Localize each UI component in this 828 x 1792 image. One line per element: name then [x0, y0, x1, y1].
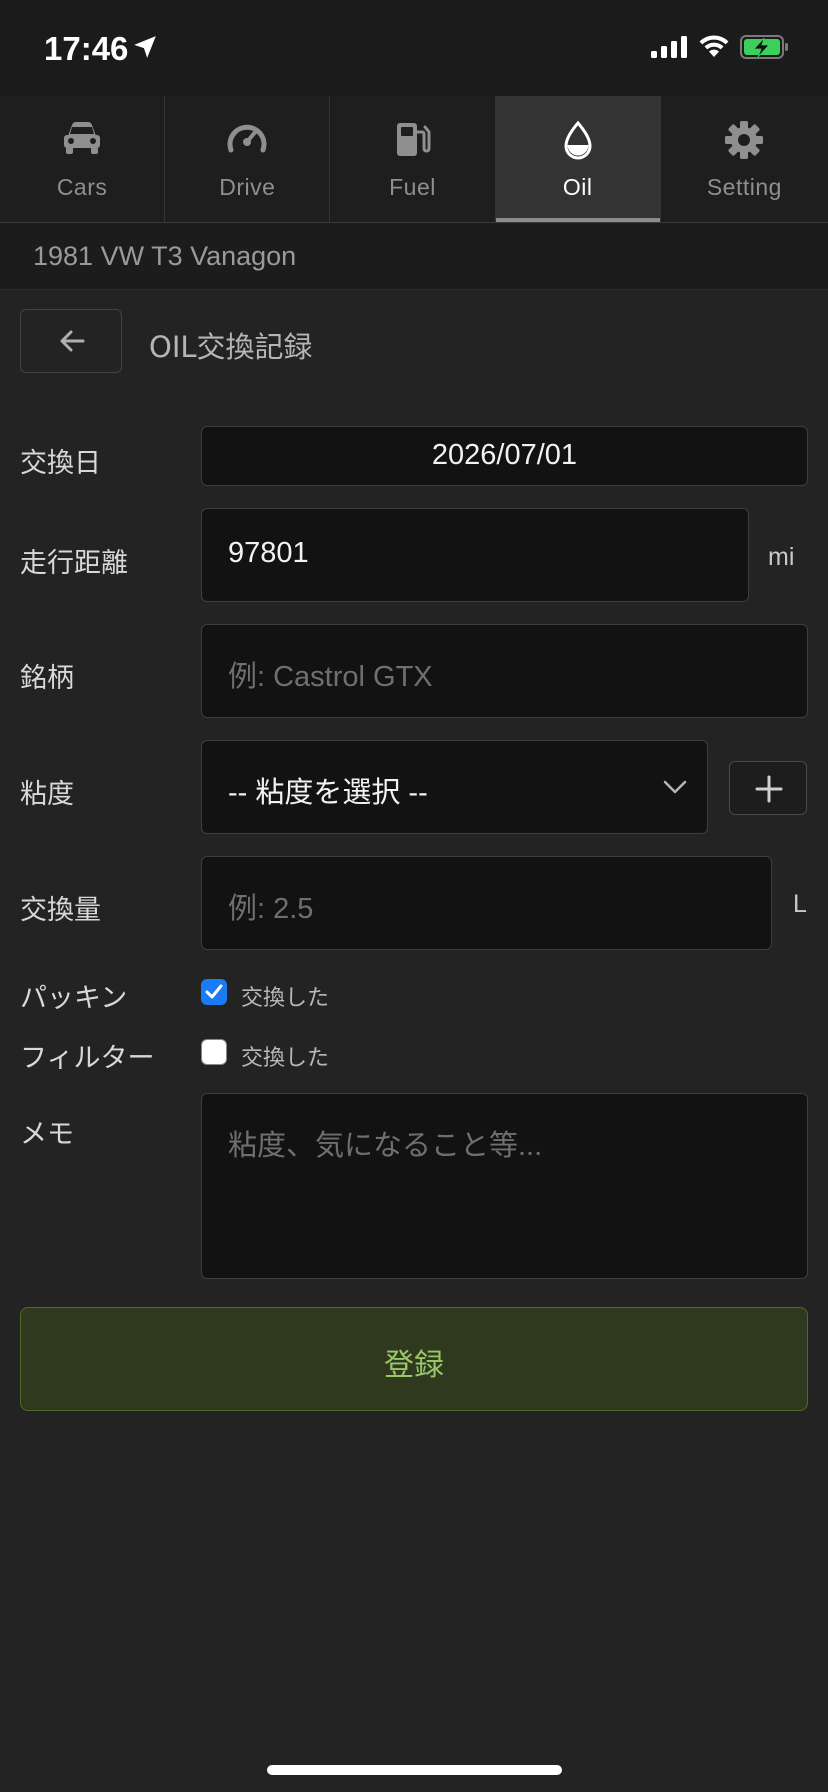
filter-checkbox[interactable] [201, 1039, 227, 1065]
plus-icon [755, 775, 783, 803]
amount-placeholder: 例: 2.5 [228, 893, 314, 925]
status-time: 17:46 [44, 30, 129, 67]
mileage-value: 97801 [228, 537, 309, 569]
selected-car-bar: 1981 VW T3 Vanagon [0, 223, 828, 290]
brand-placeholder: 例: Castrol GTX [228, 661, 433, 693]
memo-placeholder: 粘度、気になること等... [228, 1130, 543, 1162]
tab-label: Cars [56, 174, 108, 200]
amount-label: 交換量 [20, 895, 101, 926]
brand-input[interactable]: 例: Castrol GTX [201, 624, 808, 718]
back-button[interactable] [20, 309, 122, 373]
car-icon [62, 120, 102, 160]
cellular-signal-icon [651, 36, 687, 62]
gasket-checkbox[interactable] [201, 979, 227, 1005]
date-value: 2026/07/01 [431, 439, 578, 471]
oil-drop-icon [561, 120, 595, 164]
active-tab-indicator [495, 218, 660, 222]
date-field[interactable]: 2026/07/01 [201, 426, 808, 486]
amount-unit: L [793, 890, 807, 918]
filter-label: フィルター [20, 1043, 155, 1074]
home-indicator[interactable] [267, 1765, 562, 1775]
checkmark-icon [205, 984, 223, 999]
brand-label: 銘柄 [20, 663, 74, 694]
gear-icon [724, 120, 764, 164]
tab-label: Setting [706, 174, 782, 200]
tab-drive[interactable]: Drive [165, 96, 331, 222]
viscosity-label: 粘度 [20, 779, 74, 810]
viscosity-select[interactable]: -- 粘度を選択 -- [201, 740, 708, 834]
car-name: 1981 VW T3 Vanagon [33, 241, 297, 271]
arrow-left-icon [60, 330, 85, 352]
tab-cars[interactable]: Cars [0, 96, 166, 222]
mileage-label: 走行距離 [20, 548, 128, 579]
location-arrow-icon [132, 34, 158, 64]
tab-oil[interactable]: Oil [495, 96, 661, 222]
page-title: OIL交換記録 [149, 330, 313, 364]
fuel-pump-icon [393, 120, 433, 164]
battery-charging-icon [740, 35, 790, 63]
memo-textarea[interactable]: 粘度、気になること等... [201, 1093, 808, 1279]
date-label: 交換日 [20, 448, 101, 479]
amount-input[interactable]: 例: 2.5 [201, 856, 772, 950]
mileage-unit: mi [768, 543, 795, 571]
register-button[interactable]: 登録 [20, 1307, 808, 1411]
chevron-down-icon [663, 780, 687, 794]
tab-label: Drive [219, 174, 276, 200]
filter-checkbox-label[interactable]: 交換した [241, 1040, 329, 1072]
gasket-checkbox-label[interactable]: 交換した [241, 980, 329, 1012]
main-tab-bar: Cars Drive Fuel Oil Setting [0, 96, 828, 223]
memo-label: メモ [20, 1119, 74, 1150]
tab-setting[interactable]: Setting [661, 96, 828, 222]
tab-fuel[interactable]: Fuel [330, 96, 496, 222]
wifi-icon [698, 33, 730, 63]
tab-label: Oil [562, 174, 593, 200]
speedometer-icon [226, 120, 268, 160]
add-viscosity-button[interactable] [729, 761, 807, 815]
viscosity-selected: -- 粘度を選択 -- [228, 777, 428, 809]
status-bar: 17:46 [0, 0, 828, 96]
tab-label: Fuel [389, 174, 436, 200]
register-button-label: 登録 [384, 1348, 444, 1383]
gasket-label: パッキン [20, 983, 128, 1014]
mileage-input[interactable]: 97801 [201, 508, 749, 602]
